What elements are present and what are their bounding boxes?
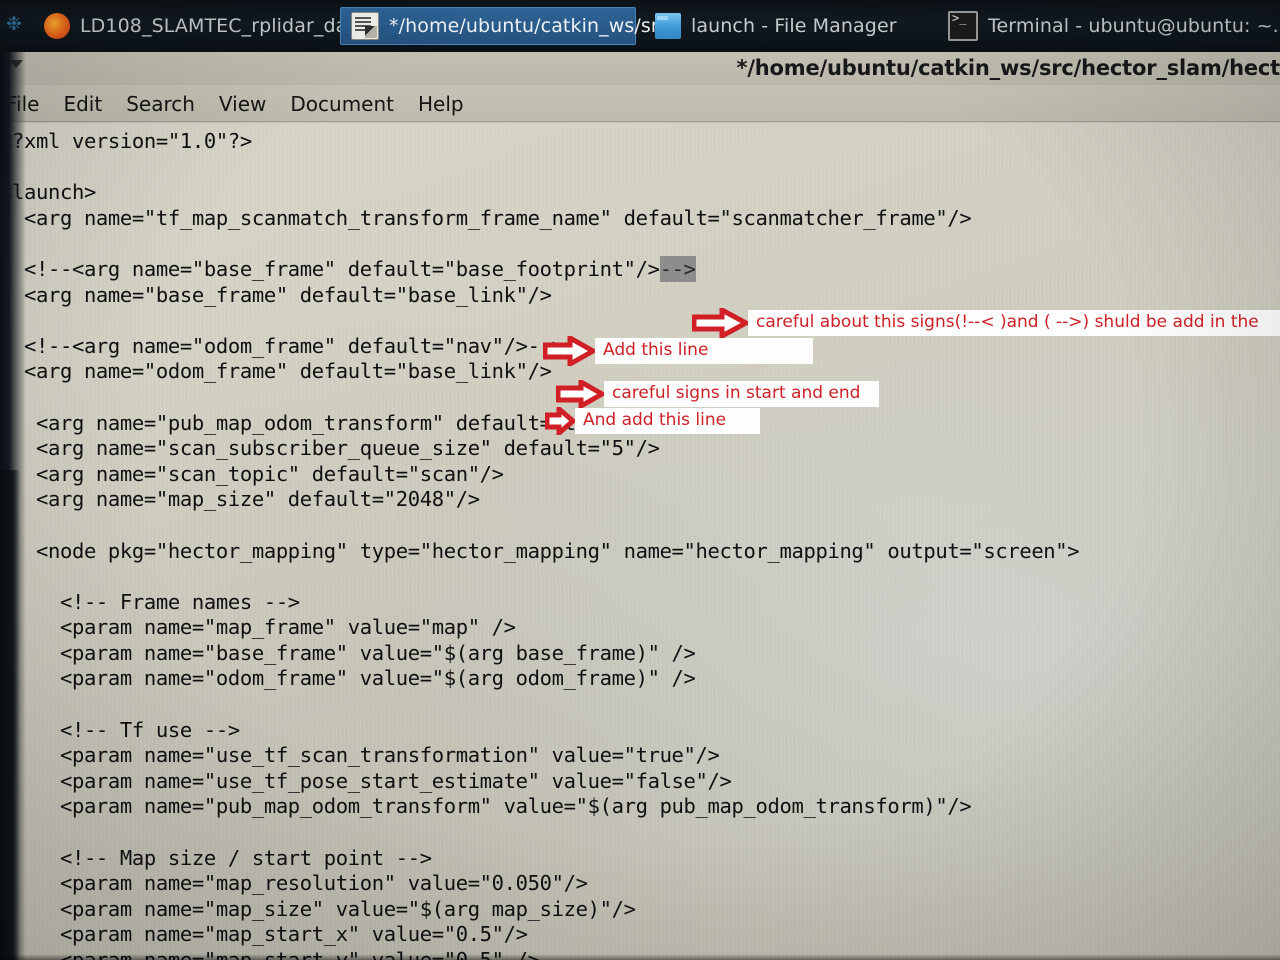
editor-line: <!-- Map size / start point --> [0, 845, 432, 870]
editor-line: <param name="base_frame" value="$(arg ba… [0, 640, 696, 665]
titlebar: */home/ubuntu/catkin_ws/src/hector_slam/… [0, 52, 1280, 85]
editor-line: <param name="map_start_x" value="0.5"/> [0, 922, 528, 947]
taskbar-item-gedit[interactable]: */home/ubuntu/catkin_ws/sr... [340, 7, 675, 45]
page-title: */home/ubuntu/catkin_ws/src/hector_slam/… [736, 56, 1280, 80]
taskbar-item-label: Terminal - ubuntu@ubuntu: ~... [988, 15, 1280, 37]
editor-line: <arg name="odom_frame" default="base_lin… [0, 359, 552, 384]
terminal-icon [948, 11, 978, 41]
menu-document[interactable]: Document [290, 92, 394, 116]
editor-line: <launch> [0, 180, 96, 205]
editor-line: <arg name="map_size" default="2048"/> [0, 487, 480, 512]
editor-line: <node pkg="hector_mapping" type="hector_… [0, 538, 1080, 563]
gedit-icon [351, 12, 379, 40]
taskbar-item-label: launch - File Manager [691, 15, 897, 37]
editor-line: <param name="map_resolution" value="0.05… [0, 871, 588, 896]
menu-edit[interactable]: Edit [63, 92, 102, 116]
taskbar: ❉ LD108_SLAMTEC_rplidar_dat... */home/ub… [0, 0, 1280, 52]
editor-line: <arg name="base_frame" default="base_lin… [0, 282, 552, 307]
menu-help[interactable]: Help [418, 92, 464, 116]
editor-line: <arg name="scan_subscriber_queue_size" d… [0, 436, 660, 461]
screen: ❉ LD108_SLAMTEC_rplidar_dat... */home/ub… [0, 0, 1280, 960]
editor-line: <!-- Tf use --> [0, 717, 240, 742]
menu-file[interactable]: File [6, 92, 39, 116]
menubar: File Edit Search View Document Help [0, 85, 1280, 122]
editor-code[interactable]: <?xml version="1.0"?> <launch> <arg name… [0, 123, 1280, 960]
editor-line: <param name="use_tf_pose_start_estimate"… [0, 768, 732, 793]
editor-line: <param name="odom_frame" value="$(arg od… [0, 666, 696, 691]
editor-line: <!--<arg name="odom_frame" default="nav"… [0, 333, 564, 358]
editor-line: <arg name="pub_map_odom_transform" defau… [0, 410, 648, 435]
taskbar-item-label: */home/ubuntu/catkin_ws/sr... [389, 15, 676, 37]
editor-line: <param name="map_size" value="$(arg map_… [0, 896, 636, 921]
editor-line: <arg name="scan_topic" default="scan"/> [0, 461, 504, 486]
editor-textview[interactable]: <?xml version="1.0"?> <launch> <arg name… [0, 123, 1280, 960]
taskbar-item-label: LD108_SLAMTEC_rplidar_dat... [80, 15, 374, 37]
editor-selection: --> [659, 255, 696, 282]
menu-view[interactable]: View [219, 92, 266, 116]
show-desktop-icon[interactable]: ❉ [2, 12, 26, 36]
taskbar-item-terminal[interactable]: Terminal - ubuntu@ubuntu: ~... [938, 7, 1280, 45]
editor-line: <!-- Frame names --> [0, 589, 300, 614]
menu-search[interactable]: Search [126, 92, 195, 116]
taskbar-item-firefox[interactable]: LD108_SLAMTEC_rplidar_dat... [34, 7, 383, 45]
editor-line: <param name="map_frame" value="map" /> [0, 615, 516, 640]
editor-line: <?xml version="1.0"?> [0, 129, 252, 153]
editor-line: <param name="pub_map_odom_transform" val… [0, 794, 972, 819]
editor-line: <arg name="tf_map_scanmatch_transform_fr… [0, 205, 972, 230]
editor-line: <!--<arg name="base_frame" default="base… [0, 255, 696, 282]
chevron-down-icon[interactable] [9, 60, 23, 68]
gedit-window: */home/ubuntu/catkin_ws/src/hector_slam/… [0, 52, 1280, 960]
taskbar-item-file-manager[interactable]: launch - File Manager [645, 7, 907, 45]
editor-line: <param name="map_start_y" value="0.5" /> [0, 948, 540, 960]
editor-line: <param name="use_tf_scan_transformation"… [0, 743, 720, 768]
firefox-icon [44, 13, 70, 39]
folder-icon [655, 13, 681, 39]
